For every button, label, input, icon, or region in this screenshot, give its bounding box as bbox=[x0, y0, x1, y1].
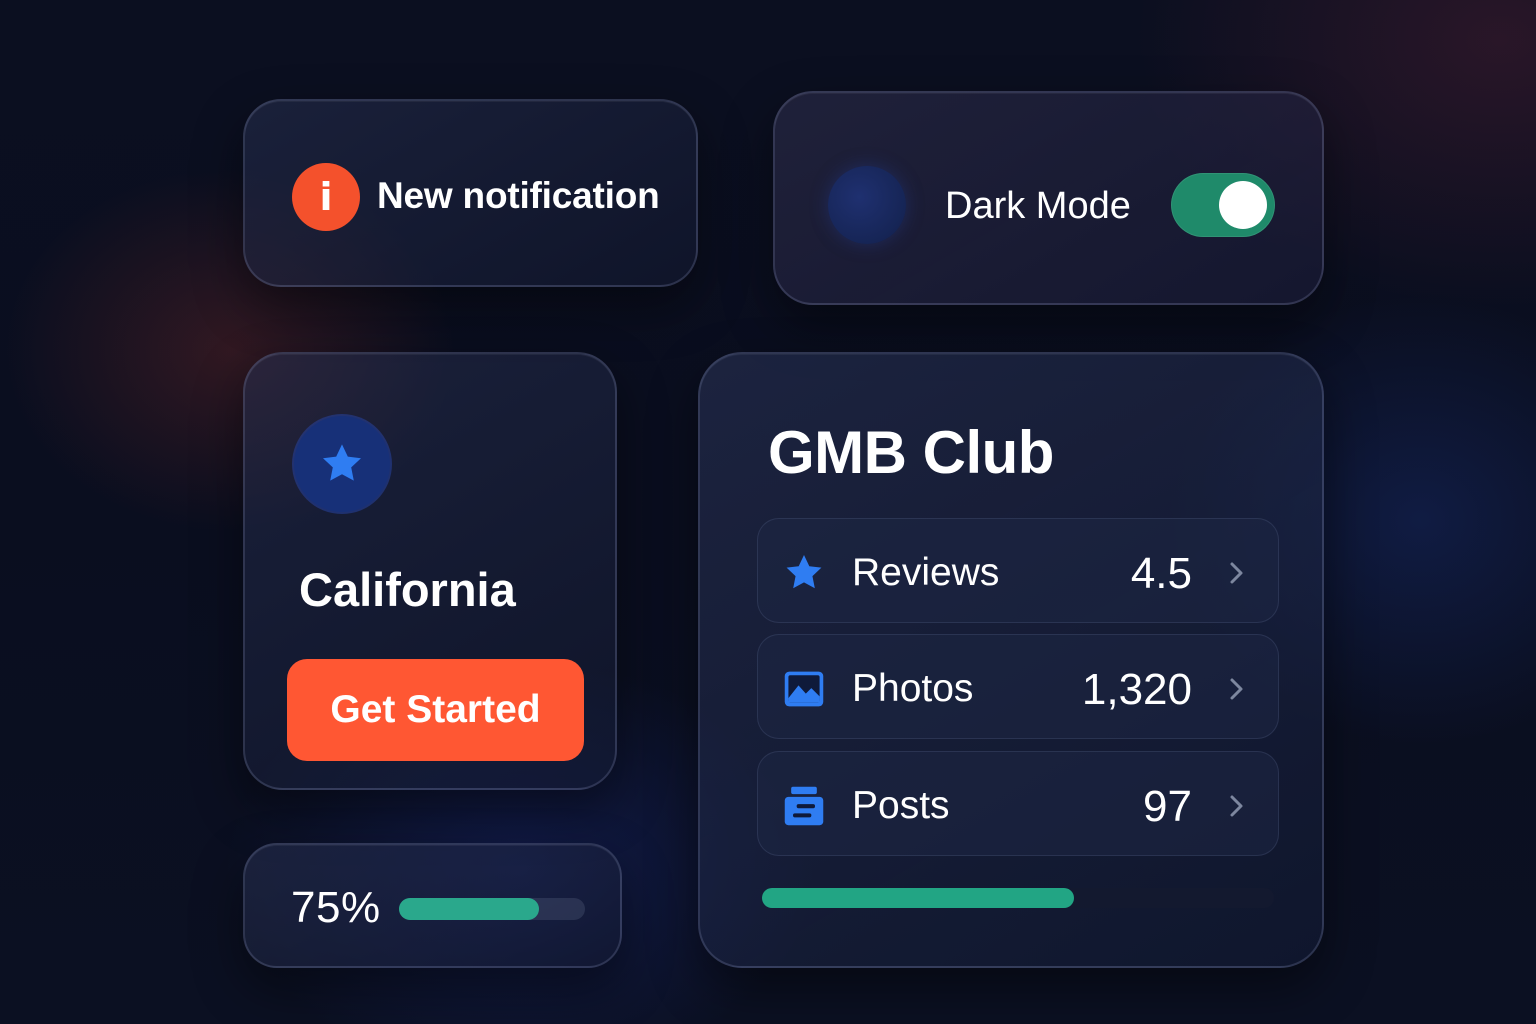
chevron-right-icon bbox=[1230, 562, 1243, 584]
dark-mode-label: Dark Mode bbox=[945, 185, 1131, 227]
posts-icon bbox=[784, 786, 824, 826]
notification-card[interactable]: i New notification bbox=[243, 99, 698, 287]
dark-mode-card: Dark Mode bbox=[773, 91, 1324, 305]
image-icon bbox=[784, 671, 824, 707]
chevron-right-icon bbox=[1230, 678, 1243, 700]
stat-label: Photos bbox=[852, 667, 974, 710]
moon-icon bbox=[828, 166, 906, 244]
stat-value: 97 bbox=[1143, 782, 1192, 831]
dark-mode-toggle[interactable] bbox=[1171, 173, 1275, 237]
stat-value: 4.5 bbox=[1130, 549, 1192, 598]
progress-fill bbox=[399, 898, 539, 920]
progress-card: 75% bbox=[243, 843, 622, 968]
progress-track bbox=[399, 898, 585, 920]
toggle-knob bbox=[1219, 181, 1267, 229]
get-started-button[interactable]: Get Started bbox=[287, 659, 584, 761]
star-icon bbox=[294, 416, 390, 512]
location-name: California bbox=[299, 563, 516, 616]
stat-row-photos[interactable]: Photos 1,320 bbox=[757, 634, 1279, 739]
stat-label: Reviews bbox=[852, 551, 1000, 594]
location-card: California Get Started bbox=[243, 352, 617, 790]
info-icon-glyph: i bbox=[319, 175, 333, 219]
star-icon bbox=[786, 555, 822, 589]
stat-label: Posts bbox=[852, 784, 950, 827]
gmb-progress-fill bbox=[762, 888, 1075, 908]
notification-label: New notification bbox=[377, 175, 660, 216]
card-title: GMB Club bbox=[768, 419, 1054, 486]
info-icon: i bbox=[292, 163, 360, 231]
star-icon-shape bbox=[323, 444, 361, 481]
stat-row-posts[interactable]: Posts 97 bbox=[757, 751, 1279, 856]
stat-value: 1,320 bbox=[1081, 665, 1192, 714]
progress-percent: 75% bbox=[291, 883, 381, 932]
gmb-club-card: GMB Club Reviews 4.5 Photos 1,320 Posts bbox=[698, 352, 1324, 968]
gmb-progress-track bbox=[762, 888, 1274, 908]
chevron-right-icon bbox=[1230, 795, 1243, 817]
stat-row-reviews[interactable]: Reviews 4.5 bbox=[757, 518, 1279, 623]
